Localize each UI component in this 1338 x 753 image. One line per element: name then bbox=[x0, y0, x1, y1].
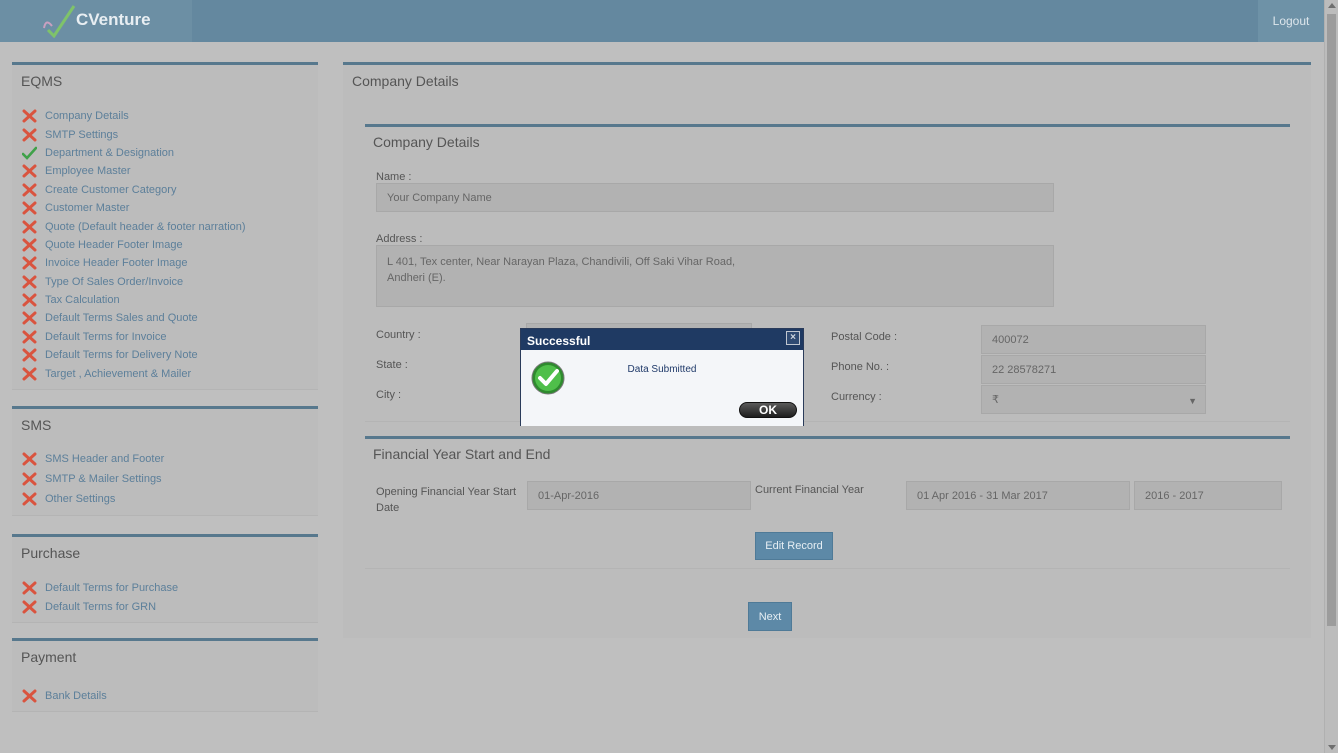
scroll-down-icon[interactable] bbox=[1328, 745, 1336, 750]
dialog-body: Data Submitted OK bbox=[521, 350, 803, 426]
scroll-thumb[interactable] bbox=[1327, 14, 1336, 626]
ok-button[interactable]: OK bbox=[739, 402, 797, 418]
close-icon[interactable]: × bbox=[786, 331, 800, 345]
page-scrollbar[interactable] bbox=[1324, 0, 1338, 753]
success-dialog: Successful × Data Submitted OK bbox=[520, 328, 804, 426]
dialog-titlebar: Successful × bbox=[521, 329, 803, 350]
dialog-title: Successful bbox=[527, 334, 591, 348]
scroll-up-icon[interactable] bbox=[1328, 3, 1336, 8]
dialog-message: Data Submitted bbox=[627, 364, 697, 375]
